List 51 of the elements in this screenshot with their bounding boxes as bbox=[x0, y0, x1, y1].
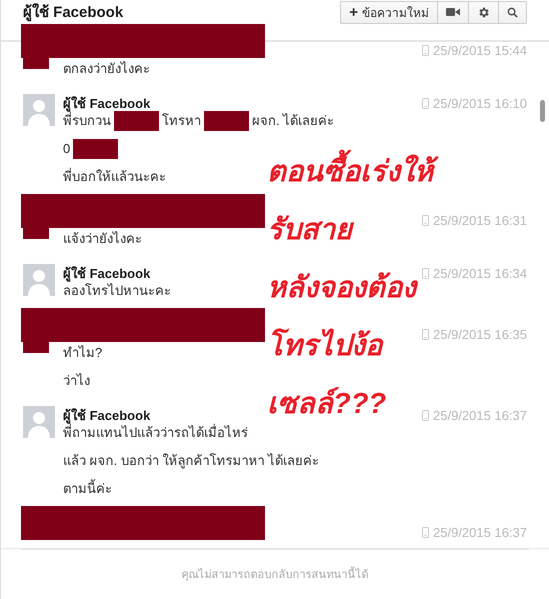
sender-name: ผู้ใช้ Facebook bbox=[63, 264, 150, 283]
message-text: พี่ถามแทนไปแล้วว่ารถได้เมื่อไหร่ bbox=[63, 424, 248, 442]
message-time: 25/9/2015 16:35 bbox=[433, 327, 527, 342]
avatar-icon bbox=[23, 264, 55, 296]
message-text: ผจก. ได้เลยค่ะ bbox=[252, 112, 334, 130]
phone-icon bbox=[422, 268, 430, 278]
phone-icon bbox=[422, 410, 430, 420]
message-text: ลองโทรไปหานะคะ bbox=[63, 282, 171, 300]
message-text: พี่บอกให้แล้วนะคะ bbox=[63, 168, 166, 186]
settings-icon bbox=[477, 6, 490, 18]
message-text: ตกลงว่ายังไงคะ bbox=[63, 60, 150, 78]
annotation-text: โทรไปง้อ bbox=[266, 327, 384, 364]
avatar-icon bbox=[23, 406, 55, 438]
annotation-text: รับสาย bbox=[263, 208, 356, 252]
message-time: 25/9/2015 16:10 bbox=[433, 96, 527, 110]
phone-icon bbox=[422, 527, 430, 538]
redaction-block bbox=[204, 111, 249, 131]
phone-icon bbox=[422, 45, 430, 56]
redaction-block bbox=[73, 139, 118, 159]
video-call-button[interactable] bbox=[438, 0, 469, 24]
phone-icon bbox=[422, 215, 430, 226]
message-text: ตามนี้ค่ะ bbox=[63, 480, 112, 498]
message-text: โทรหา bbox=[162, 112, 201, 130]
message-text: ว่าไง bbox=[63, 372, 90, 390]
message-time: 25/9/2015 16:34 bbox=[433, 266, 527, 280]
new-message-button[interactable]: + ข้อความใหม่ bbox=[340, 0, 438, 24]
annotation-text: หลังจองต้อง bbox=[266, 271, 419, 306]
message-text: แจ้งว่ายังไงคะ bbox=[63, 230, 142, 248]
message-text: พี่รบกวน bbox=[63, 112, 111, 130]
message-time: 25/9/2015 16:31 bbox=[433, 213, 527, 228]
redaction-block bbox=[114, 111, 159, 131]
sender-name: ผู้ใช้ Facebook bbox=[63, 406, 150, 424]
sender-name: ผู้ใช้ Facebook bbox=[63, 94, 150, 112]
message-time: 25/9/2015 16:37 bbox=[433, 525, 527, 540]
avatar-icon bbox=[23, 94, 55, 126]
settings-button[interactable] bbox=[469, 0, 499, 24]
message-text: แล้ว ผจก. บอกว่า ให้ลูกค้าโทรมาหา ได้เลยค่ะ bbox=[63, 452, 320, 470]
phone-icon bbox=[422, 98, 430, 108]
video-camera-icon bbox=[446, 7, 460, 17]
message-time: 25/9/2015 15:44 bbox=[433, 43, 527, 58]
annotation-text: เซลล์??? bbox=[266, 386, 388, 422]
message-time: 25/9/2015 16:37 bbox=[433, 408, 527, 422]
reply-disabled-notice: คุณไม่สามารถตอบกลับการสนทนานี้ได้ bbox=[182, 565, 368, 583]
phone-icon bbox=[422, 329, 430, 340]
message-text: ทำไม? bbox=[63, 344, 102, 362]
annotation-text: ตอนซื้อเร่งให้ bbox=[263, 150, 437, 194]
message-text: 0 bbox=[63, 140, 70, 158]
conversation-title: ผู้ใช้ Facebook bbox=[23, 2, 124, 24]
search-button[interactable] bbox=[499, 0, 527, 24]
search-icon bbox=[507, 6, 518, 18]
scrollbar[interactable] bbox=[540, 100, 545, 122]
